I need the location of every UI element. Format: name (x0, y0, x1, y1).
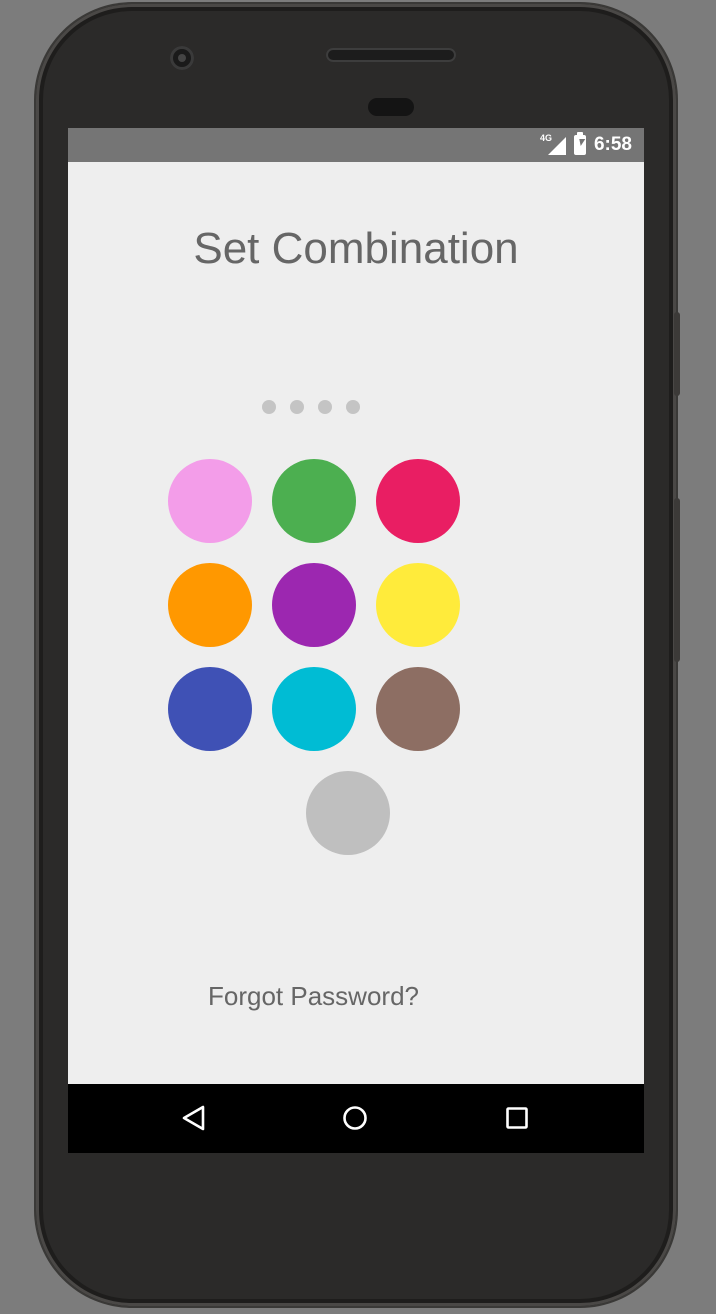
color-button-green[interactable] (272, 459, 356, 543)
back-button[interactable] (174, 1098, 214, 1138)
color-button-brown[interactable] (376, 667, 460, 751)
color-button-yellow[interactable] (376, 563, 460, 647)
progress-dot (262, 400, 276, 414)
progress-dot (346, 400, 360, 414)
combination-progress-dots (262, 400, 360, 414)
color-button-indigo[interactable] (168, 667, 252, 751)
volume-button (674, 498, 680, 662)
color-button-pink[interactable] (168, 459, 252, 543)
proximity-sensor (368, 98, 414, 116)
cell-signal: 4G (540, 134, 566, 156)
recents-button[interactable] (497, 1098, 537, 1138)
power-button (674, 312, 680, 396)
recents-icon (506, 1107, 528, 1129)
progress-dot (318, 400, 332, 414)
earpiece-speaker (326, 48, 456, 62)
page-title: Set Combination (193, 224, 519, 273)
back-icon (182, 1105, 205, 1131)
signal-icon (547, 137, 566, 155)
front-camera (170, 46, 194, 70)
status-bar: 4G 6:58 (68, 128, 644, 162)
status-icons: 4G 6:58 (540, 128, 632, 162)
color-button-crimson[interactable] (376, 459, 460, 543)
color-button-purple[interactable] (272, 563, 356, 647)
gray-circle-button[interactable] (306, 771, 390, 855)
battery-charging-icon (573, 132, 586, 155)
color-button-cyan[interactable] (272, 667, 356, 751)
color-keypad (168, 459, 462, 751)
color-button-orange[interactable] (168, 563, 252, 647)
home-icon (343, 1106, 367, 1130)
status-clock: 6:58 (593, 134, 632, 155)
forgot-password-link[interactable]: Forgot Password? (208, 981, 419, 1012)
navigation-bar (68, 1084, 644, 1153)
app-screen: 4G 6:58 Set Combination Forgot Password? (68, 128, 644, 1153)
home-button[interactable] (335, 1098, 375, 1138)
progress-dot (290, 400, 304, 414)
